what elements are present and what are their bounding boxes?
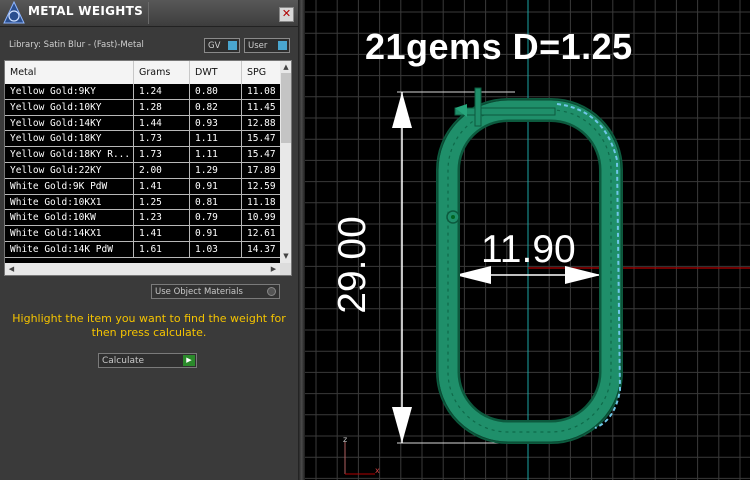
grams-cell: 1.41: [134, 178, 190, 194]
metal-weights-panel: METAL WEIGHTS ✕ Library: Satin Blur - (F…: [0, 0, 298, 480]
play-arrow-icon: ▶: [183, 355, 195, 366]
metal-cell: Yellow Gold:18KY: [5, 131, 134, 147]
use-object-materials-toggle[interactable]: Use Object Materials: [151, 284, 280, 299]
axis-x-label: x: [375, 466, 380, 475]
metal-cell: White Gold:10KW: [5, 210, 134, 226]
dwt-cell: 0.80: [190, 84, 242, 99]
grams-cell: 1.44: [134, 115, 190, 131]
table-header: Metal Grams DWT SPG: [5, 61, 280, 84]
spg-cell: 17.89: [247, 164, 276, 176]
gv-button[interactable]: GV: [204, 38, 240, 53]
spg-cell: 11.45: [247, 101, 276, 113]
gv-label: GV: [208, 41, 221, 51]
dwt-cell: 0.82: [190, 99, 242, 115]
column-header-grams[interactable]: Grams: [134, 61, 190, 84]
grams-cell: 1.73: [134, 131, 190, 147]
calculate-button[interactable]: Calculate ▶: [98, 353, 197, 368]
dwt-cell: 0.81: [190, 194, 242, 210]
table-row[interactable]: Yellow Gold:18KY R... 1.73 1.11 15.47: [5, 147, 280, 163]
dwt-cell: 0.93: [190, 115, 242, 131]
title-divider: [148, 2, 149, 24]
table-row[interactable]: Yellow Gold:9KY 1.24 0.80 11.08: [5, 84, 280, 100]
app-logo-icon: [3, 1, 25, 24]
column-header-metal[interactable]: Metal: [5, 61, 134, 84]
height-dimension-label: 29.00: [331, 216, 374, 314]
scroll-up-icon[interactable]: ▲: [280, 61, 291, 73]
table-row[interactable]: White Gold:14KX1 1.41 0.91 12.61: [5, 226, 280, 242]
metal-cell: Yellow Gold:18KY R...: [5, 147, 134, 163]
dwt-cell: 1.11: [190, 131, 242, 147]
scroll-down-icon[interactable]: ▼: [280, 250, 291, 262]
table-row[interactable]: Yellow Gold:18KY 1.73 1.11 15.47: [5, 131, 280, 148]
grams-cell: 1.24: [134, 84, 190, 99]
spg-cell: 15.47: [247, 133, 276, 145]
user-button[interactable]: User: [244, 38, 290, 53]
user-label: User: [248, 41, 268, 51]
vertical-scrollbar[interactable]: ▲ ▼: [280, 61, 291, 263]
spg-cell: 15.47: [247, 149, 276, 161]
use-object-materials-label: Use Object Materials: [155, 287, 243, 297]
grams-cell: 1.28: [134, 99, 190, 115]
grams-cell: 2.00: [134, 162, 190, 178]
table-row[interactable]: Yellow Gold:22KY 2.00 1.29 17.89: [5, 162, 280, 179]
library-label: Library: Satin Blur - (Fast)-Metal: [9, 40, 144, 50]
axis-z-label: z: [343, 435, 348, 444]
table-row[interactable]: Yellow Gold:10KY 1.28 0.82 11.45: [5, 99, 280, 116]
width-dimension-label: 11.90: [481, 228, 576, 271]
spg-cell: 10.99: [247, 212, 276, 224]
grams-cell: 1.25: [134, 194, 190, 210]
metal-cell: White Gold:9K PdW: [5, 178, 134, 194]
viewport-title: 21gems D=1.25: [365, 26, 633, 67]
metal-cell: Yellow Gold:22KY: [5, 162, 134, 178]
table-row[interactable]: White Gold:10KX1 1.25 0.81 11.18: [5, 194, 280, 211]
metal-cell: White Gold:10KX1: [5, 194, 134, 210]
arrow-up-icon: [392, 92, 412, 128]
horizontal-scrollbar[interactable]: ◀ ▶: [5, 263, 291, 275]
metal-cell: White Gold:14K PdW: [5, 241, 134, 257]
3d-viewport[interactable]: 21gems D=1.25 11.90 29.00 z x: [305, 0, 750, 480]
scroll-right-icon[interactable]: ▶: [268, 263, 279, 275]
panel-splitter[interactable]: [298, 0, 305, 480]
metal-cell: Yellow Gold:9KY: [5, 84, 134, 99]
table-rows: Yellow Gold:9KY 1.24 0.80 11.08 Yellow Gold:…: [5, 84, 280, 258]
instruction-text: Highlight the item you want to find the …: [12, 312, 286, 339]
radio-icon[interactable]: [267, 287, 276, 296]
close-button[interactable]: ✕: [279, 7, 294, 22]
spg-cell: 12.88: [247, 117, 276, 129]
table-row[interactable]: White Gold:14K PdW 1.61 1.03 14.37: [5, 241, 280, 258]
metal-cell: White Gold:14KX1: [5, 226, 134, 242]
spg-cell: 11.08: [247, 86, 276, 97]
grams-cell: 1.61: [134, 241, 190, 257]
table-row[interactable]: White Gold:10KW 1.23 0.79 10.99: [5, 210, 280, 227]
dwt-cell: 1.29: [190, 162, 242, 178]
grams-cell: 1.41: [134, 226, 190, 242]
dwt-cell: 0.91: [190, 226, 242, 242]
table-row[interactable]: Yellow Gold:14KY 1.44 0.93 12.88: [5, 115, 280, 132]
arrow-down-icon: [392, 407, 412, 443]
table-row[interactable]: White Gold:9K PdW 1.41 0.91 12.59: [5, 178, 280, 195]
scroll-left-icon[interactable]: ◀: [6, 263, 17, 275]
grams-cell: 1.23: [134, 210, 190, 226]
panel-title: METAL WEIGHTS: [28, 4, 144, 18]
metal-table: Metal Grams DWT SPG Yellow Gold:9KY 1.24 0…: [4, 60, 292, 276]
calculate-label: Calculate: [102, 356, 145, 366]
scroll-corner: [280, 263, 291, 275]
grams-cell: 1.73: [134, 147, 190, 163]
gv-toggle-icon: [228, 41, 237, 50]
metal-cell: Yellow Gold:14KY: [5, 115, 134, 131]
dwt-cell: 0.79: [190, 210, 242, 226]
column-header-dwt[interactable]: DWT: [190, 61, 242, 84]
dwt-cell: 1.11: [190, 147, 242, 163]
panel-titlebar[interactable]: METAL WEIGHTS ✕: [0, 0, 298, 27]
dwt-cell: 0.91: [190, 178, 242, 194]
user-toggle-icon: [278, 41, 287, 50]
spg-cell: 11.18: [247, 196, 276, 208]
scroll-thumb[interactable]: [281, 73, 291, 143]
column-header-spg[interactable]: SPG: [242, 61, 280, 84]
dwt-cell: 1.03: [190, 241, 242, 257]
spg-cell: 12.61: [247, 228, 276, 240]
metal-cell: Yellow Gold:10KY: [5, 99, 134, 115]
spg-cell: 12.59: [247, 180, 276, 192]
spg-cell: 14.37: [247, 243, 276, 255]
